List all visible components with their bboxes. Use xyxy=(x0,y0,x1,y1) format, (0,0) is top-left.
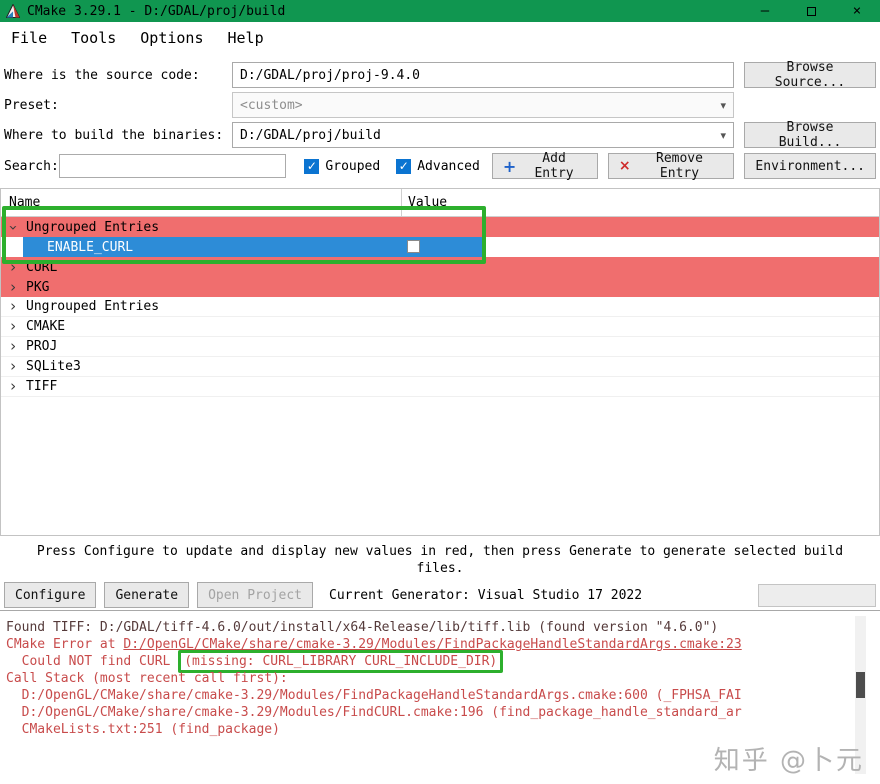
chevron-down-icon[interactable]: › xyxy=(5,221,23,233)
preset-value: <custom> xyxy=(240,97,303,113)
watermark: 知乎 @卜元 xyxy=(713,746,864,776)
cache-row-ungrouped-entries[interactable]: › Ungrouped Entries xyxy=(1,217,879,237)
cmake-logo-icon xyxy=(5,3,21,19)
cache-row-tiff[interactable]: › TIFF xyxy=(1,377,879,397)
log-line: Found TIFF: D:/GDAL/tiff-4.6.0/out/insta… xyxy=(6,620,719,635)
x-icon: × xyxy=(618,158,631,174)
source-code-label: Where is the source code: xyxy=(4,67,200,83)
advanced-label: Advanced xyxy=(417,158,480,174)
cache-table: Name Value › Ungrouped Entries ENABLE_CURL… xyxy=(0,188,880,536)
cache-entry-name: ENABLE_CURL xyxy=(47,239,134,255)
browse-build-button[interactable]: Browse Build... xyxy=(744,120,876,150)
build-dir-value: D:/GDAL/proj/build xyxy=(240,127,381,143)
log-line: D:/OpenGL/CMake/share/cmake-3.29/Modules… xyxy=(6,705,742,720)
current-generator-text: Current Generator: Visual Studio 17 2022 xyxy=(329,587,643,603)
menu-file[interactable]: File xyxy=(2,26,56,50)
cache-row-curl[interactable]: › CURL xyxy=(1,257,879,277)
value-checkbox-unchecked[interactable] xyxy=(407,240,420,253)
checkbox-checked-icon[interactable]: ✓ xyxy=(304,158,320,174)
menubar: File Tools Options Help xyxy=(0,22,880,54)
plus-icon: + xyxy=(502,156,517,176)
cache-entry-name: PROJ xyxy=(26,339,58,354)
cache-row-sqlite3[interactable]: › SQLite3 xyxy=(1,357,879,377)
action-toolbar: Configure Generate Open Project Current … xyxy=(0,580,880,610)
menu-tools[interactable]: Tools xyxy=(62,26,125,50)
grouped-checkbox[interactable]: ✓ Grouped xyxy=(304,158,381,174)
search-label: Search: xyxy=(4,158,59,174)
log-line: D:/OpenGL/CMake/share/cmake-3.29/Modules… xyxy=(6,688,742,703)
log-lines: Found TIFF: D:/GDAL/tiff-4.6.0/out/insta… xyxy=(6,619,880,738)
search-toolbar: Search: ✓ Grouped ✓ Advanced + Add Entry… xyxy=(0,151,880,181)
menu-help[interactable]: Help xyxy=(219,26,273,50)
chevron-right-icon[interactable]: › xyxy=(7,339,19,354)
maximize-button[interactable] xyxy=(788,0,834,22)
remove-entry-button[interactable]: × Remove Entry xyxy=(607,151,735,181)
log-scrollbar-thumb[interactable] xyxy=(856,672,865,698)
cache-entry-name: CURL xyxy=(26,259,58,275)
maximize-icon xyxy=(806,6,816,16)
add-entry-button[interactable]: + Add Entry xyxy=(491,151,598,181)
cache-row-enable-curl[interactable]: ENABLE_CURL xyxy=(23,237,485,257)
checkbox-checked-icon[interactable]: ✓ xyxy=(396,158,412,174)
window-title: CMake 3.29.1 - D:/GDAL/proj/build xyxy=(27,3,286,19)
chevron-right-icon[interactable]: › xyxy=(7,279,19,295)
output-log: Found TIFF: D:/GDAL/tiff-4.6.0/out/insta… xyxy=(0,610,880,780)
advanced-checkbox[interactable]: ✓ Advanced xyxy=(396,158,480,174)
browse-source-button[interactable]: Browse Source... xyxy=(744,60,876,90)
cache-entry-name: TIFF xyxy=(26,379,58,394)
table-body: › Ungrouped Entries ENABLE_CURL › CURL › PKG › U… xyxy=(1,217,879,397)
column-header-name[interactable]: Name xyxy=(1,189,401,216)
preset-label: Preset: xyxy=(4,97,59,113)
cache-entry-name: PKG xyxy=(26,279,50,295)
help-line-2: files. xyxy=(416,561,464,576)
log-line: CMakeLists.txt:251 (find_package) xyxy=(6,722,280,737)
open-project-button[interactable]: Open Project xyxy=(197,582,313,608)
cache-entry-name: CMAKE xyxy=(26,319,66,334)
chevron-right-icon[interactable]: › xyxy=(7,259,19,275)
build-dir-label: Where to build the binaries: xyxy=(4,127,224,143)
chevron-right-icon[interactable]: › xyxy=(7,319,19,334)
cmake-window: CMake 3.29.1 - D:/GDAL/proj/build – × Fi… xyxy=(0,0,880,784)
chevron-down-icon: ▾ xyxy=(720,98,726,112)
minimize-button[interactable]: – xyxy=(742,0,788,22)
remove-entry-label: Remove Entry xyxy=(656,151,703,181)
log-line: Could NOT find CURL (missing: CURL_LIBRA… xyxy=(6,650,880,673)
table-header: Name Value xyxy=(1,189,879,217)
search-input[interactable] xyxy=(58,154,287,178)
path-form: Where is the source code: Browse Source.… xyxy=(0,54,880,150)
cache-row-proj[interactable]: › PROJ xyxy=(1,337,879,357)
cache-row-ungrouped-entries[interactable]: › Ungrouped Entries xyxy=(1,297,879,317)
source-code-input[interactable] xyxy=(232,62,734,88)
chevron-right-icon[interactable]: › xyxy=(7,359,19,374)
chevron-right-icon[interactable]: › xyxy=(7,299,19,314)
add-entry-label: Add Entry xyxy=(534,151,574,181)
progress-bar xyxy=(758,583,876,607)
chevron-right-icon[interactable]: › xyxy=(7,379,19,394)
configure-button[interactable]: Configure xyxy=(4,582,97,608)
column-header-value[interactable]: Value xyxy=(401,189,879,216)
cache-entry-name: Ungrouped Entries xyxy=(26,299,160,314)
close-button[interactable]: × xyxy=(834,0,880,22)
window-controls: – × xyxy=(742,0,880,22)
menu-options[interactable]: Options xyxy=(131,26,212,50)
cache-row-pkg[interactable]: › PKG xyxy=(1,277,879,297)
generate-button[interactable]: Generate xyxy=(104,582,190,608)
help-line-1: Press Configure to update and display ne… xyxy=(36,544,844,559)
environment-button[interactable]: Environment... xyxy=(744,153,876,179)
cache-entry-name: SQLite3 xyxy=(26,359,81,374)
cache-row-cmake[interactable]: › CMAKE xyxy=(1,317,879,337)
help-text: Press Configure to update and display ne… xyxy=(0,536,880,580)
grouped-label: Grouped xyxy=(325,158,381,174)
preset-combo[interactable]: <custom> ▾ xyxy=(232,92,734,118)
chevron-down-icon: ▾ xyxy=(720,128,726,142)
titlebar: CMake 3.29.1 - D:/GDAL/proj/build – × xyxy=(0,0,880,22)
build-dir-combo[interactable]: D:/GDAL/proj/build ▾ xyxy=(232,122,734,148)
cache-entry-name: Ungrouped Entries xyxy=(26,219,160,235)
